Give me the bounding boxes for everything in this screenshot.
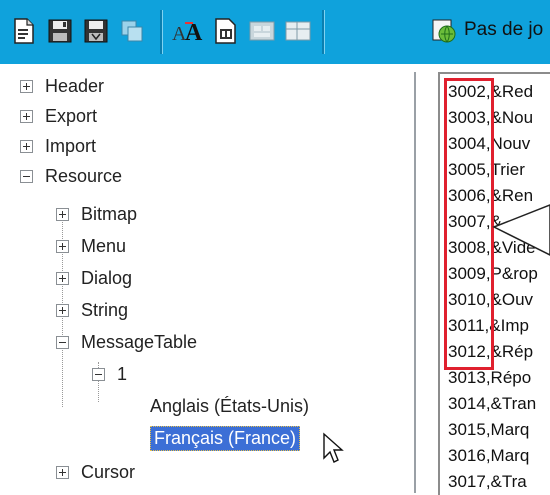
new-file-icon[interactable] [6,13,42,49]
expand-icon[interactable] [56,271,69,285]
list-item[interactable]: 3016,Marq [448,446,529,468]
tree-item-import[interactable]: Import [20,132,96,160]
expand-icon[interactable] [56,465,69,479]
highlight-box [444,78,494,370]
tree-item-entry-1[interactable]: 1 [92,360,127,388]
tree-item-label: Bitmap [81,203,138,224]
collapse-icon[interactable] [20,169,33,183]
list-item[interactable]: 3015,Marq [448,420,529,442]
save-icon[interactable] [42,13,78,49]
tree-item-label-selected: Français (France) [150,425,301,451]
toolbar: AA Pas de jo [0,0,550,64]
translate-icon[interactable] [426,13,462,49]
tree-item-label: MessageTable [81,331,198,352]
list-item[interactable]: 3014,&Tran [448,394,536,416]
tree-item-label: 1 [117,363,128,384]
callout-pointer [492,204,550,256]
image-icon[interactable] [208,13,244,49]
tree-item-label: Resource [45,165,123,186]
panel-divider [0,64,550,72]
toolbar-separator [160,10,163,54]
save-as-icon[interactable] [78,13,114,49]
font-icon[interactable]: AA [170,13,206,49]
tree-item-label: Menu [81,235,127,256]
expand-icon[interactable] [56,303,69,317]
tree-item-menu[interactable]: Menu [56,232,126,260]
expand-icon[interactable] [56,239,69,253]
expand-icon[interactable] [20,109,33,123]
grid-icon[interactable] [244,13,280,49]
expand-icon[interactable] [20,79,33,93]
tree-item-label: Import [45,135,97,156]
tree-item-label: Dialog [81,267,133,288]
expand-icon[interactable] [20,139,33,153]
merge-icon[interactable] [114,13,150,49]
resource-tree: Header Export Import Resource Bitmap Men… [0,72,416,493]
tree-item-label: Export [45,105,98,126]
tree-item-label: Header [45,75,105,96]
collapse-icon[interactable] [56,335,69,349]
tree-item-lang-en[interactable]: Anglais (États-Unis) [150,392,309,420]
tree-item-dialog[interactable]: Dialog [56,264,132,292]
collapse-icon[interactable] [92,367,105,381]
tree-item-resource[interactable]: Resource [20,162,122,190]
tree-item-lang-fr[interactable]: Français (France) [150,424,301,452]
tree-item-label: Cursor [81,461,136,482]
mouse-cursor-icon [323,432,344,463]
list-item[interactable]: 3013,Répo [448,368,531,390]
tree-item-label: String [81,299,129,320]
expand-icon[interactable] [56,207,69,221]
table-icon[interactable] [280,13,316,49]
list-item[interactable]: 3017,&Tra [448,472,527,494]
status-text: Pas de jo [464,19,544,40]
tree-item-export[interactable]: Export [20,102,97,130]
tree-item-bitmap[interactable]: Bitmap [56,200,137,228]
tree-item-cursor[interactable]: Cursor [56,458,135,486]
tree-item-string[interactable]: String [56,296,128,324]
tree-item-messagetable[interactable]: MessageTable [56,328,197,356]
tree-item-label: Anglais (États-Unis) [150,395,310,416]
toolbar-separator [322,10,325,54]
tree-item-header[interactable]: Header [20,72,104,100]
